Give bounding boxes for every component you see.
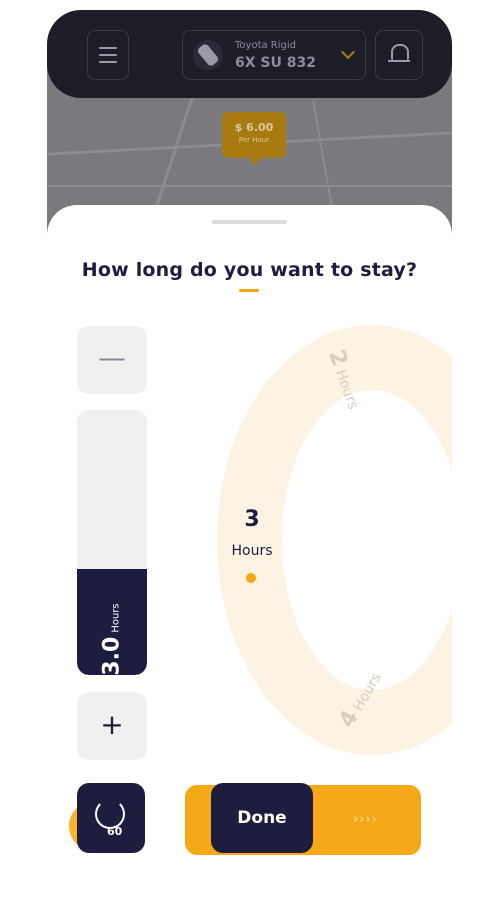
- sheet-title: How long do you want to stay?: [81, 259, 418, 281]
- timer-button[interactable]: 60: [77, 783, 145, 853]
- done-button[interactable]: Done: [211, 783, 313, 853]
- swipe-arrows: ››››: [353, 812, 378, 827]
- title-underline: [239, 289, 259, 292]
- dial-center-dot: [246, 573, 256, 583]
- vehicle-selector[interactable]: Toyota Rigid 6X SU 832: [182, 30, 366, 80]
- duration-dial[interactable]: [217, 325, 452, 755]
- duration-unit: Hours: [110, 603, 122, 633]
- top-bar: Toyota Rigid 6X SU 832: [47, 10, 452, 98]
- menu-icon-line: [99, 54, 117, 56]
- phone-screen: Toyota Rigid 6X SU 832 $ 6.00 Per Hour H…: [47, 10, 452, 860]
- dial-pointer: [287, 505, 311, 557]
- duration-slider-fill: 3.0 Hours: [77, 569, 147, 675]
- timer-label: 60: [107, 825, 123, 838]
- bell-icon-base: [388, 60, 410, 62]
- duration-slider-label: 3.0 Hours: [99, 599, 125, 675]
- dial-center-value: 3: [244, 507, 260, 532]
- price-marker[interactable]: $ 6.00 Per Hour: [222, 112, 286, 165]
- decrease-button[interactable]: —: [77, 326, 147, 394]
- menu-button[interactable]: [87, 30, 129, 80]
- notification-button[interactable]: [375, 30, 423, 80]
- vehicle-name: Toyota Rigid: [235, 40, 296, 51]
- price-value: $ 6.00: [234, 121, 274, 134]
- duration-sheet: How long do you want to stay? 2 Hours 4 …: [47, 205, 452, 860]
- duration-value: 3.0: [99, 636, 125, 675]
- map-road: [47, 185, 452, 187]
- increase-button[interactable]: +: [77, 692, 147, 760]
- duration-slider[interactable]: 3.0 Hours: [77, 410, 147, 675]
- price-unit: Per Hour: [238, 136, 270, 144]
- bell-icon: [391, 44, 409, 60]
- menu-icon: [99, 47, 117, 49]
- menu-icon-line: [99, 61, 117, 63]
- dial-center-unit: Hours: [231, 543, 273, 559]
- car-icon: [193, 40, 223, 70]
- done-swipe-track[interactable]: Done ››››: [185, 783, 421, 855]
- sheet-handle[interactable]: [212, 220, 287, 224]
- timer-control: 60: [69, 783, 147, 855]
- chevron-down-icon: [340, 44, 356, 60]
- vehicle-plate: 6X SU 832: [235, 55, 316, 71]
